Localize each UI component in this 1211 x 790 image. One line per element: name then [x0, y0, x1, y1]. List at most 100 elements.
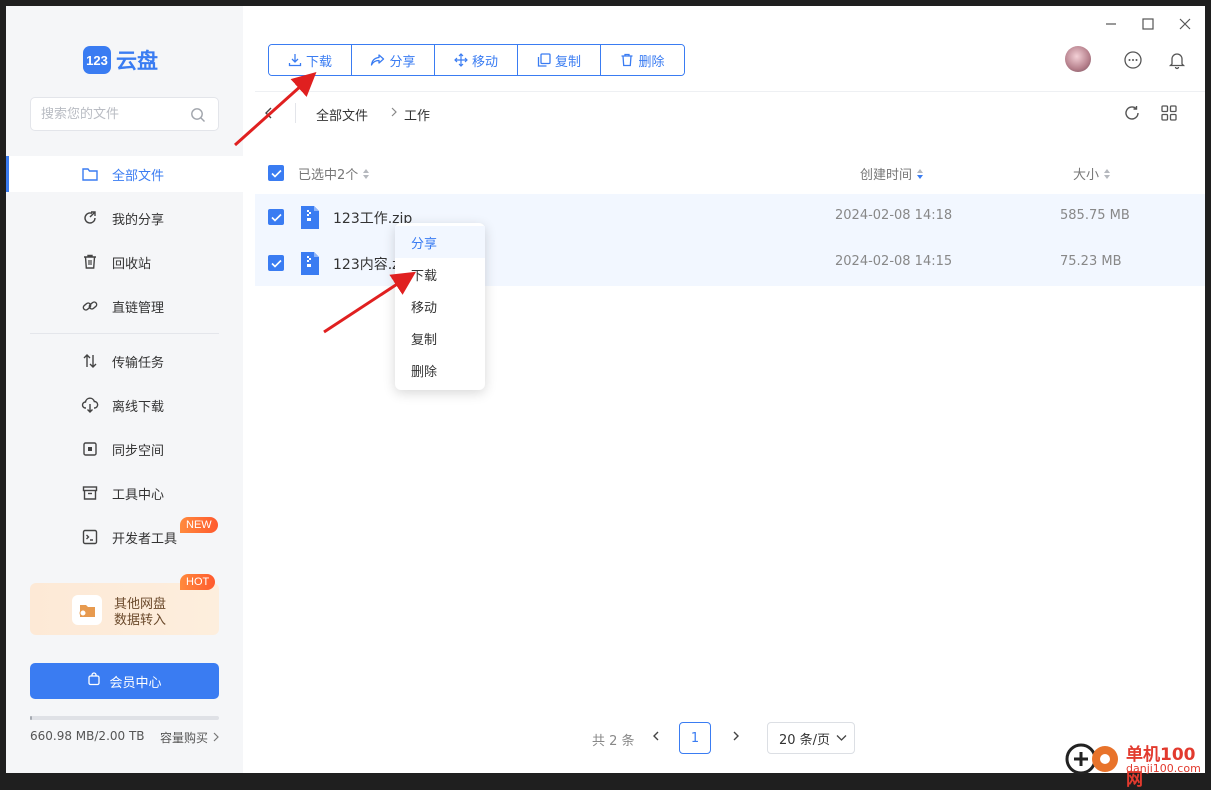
sidebar: 123 云盘 全部文件 我的分享 回收站 直链管理 传输任务 — [6, 6, 243, 773]
trash-icon — [81, 253, 99, 271]
transfer-icon — [81, 352, 99, 370]
minimize-button[interactable] — [1096, 12, 1126, 36]
copy-button[interactable]: 复制 — [518, 45, 601, 75]
context-menu-delete[interactable]: 删除 — [395, 354, 485, 386]
file-name[interactable]: 123内容.z — [333, 254, 400, 274]
vip-center-button[interactable]: 会员中心 — [30, 663, 219, 699]
header-divider — [255, 91, 1205, 92]
app-logo: 123 云盘 — [83, 45, 158, 75]
context-menu-share[interactable]: 分享 — [395, 226, 485, 258]
watermark-url: danji100.com — [1126, 762, 1201, 775]
page-size-select[interactable]: 20 条/页 — [767, 722, 855, 754]
chevron-left-icon — [265, 107, 272, 119]
sidebar-item-label: 传输任务 — [112, 356, 165, 371]
sidebar-item-all-files[interactable]: 全部文件 — [6, 156, 243, 192]
watermark-logo-icon — [1064, 740, 1122, 782]
context-menu-copy[interactable]: 复制 — [395, 322, 485, 354]
context-menu-download[interactable]: 下载 — [395, 258, 485, 290]
more-options-icon[interactable] — [1123, 50, 1143, 70]
selected-count-label: 已选中2个 — [298, 168, 359, 183]
storage-quota-text: 660.98 MB/2.00 TB — [30, 729, 145, 743]
share-label: 分享 — [389, 54, 416, 70]
back-button[interactable] — [263, 105, 275, 124]
folder-icon — [81, 165, 99, 183]
main-panel: 下载 分享 移动 复制 删除 全部文件 工作 已选中2个 创建时间 大小 123… — [243, 6, 1205, 773]
sort-icon — [363, 168, 370, 179]
sidebar-item-label: 工具中心 — [112, 488, 165, 503]
new-badge: NEW — [180, 517, 218, 533]
vip-center-label: 会员中心 — [109, 675, 162, 691]
sidebar-item-label: 我的分享 — [112, 213, 165, 228]
close-button[interactable] — [1170, 12, 1200, 36]
copy-icon — [537, 53, 551, 67]
selected-count-header[interactable]: 已选中2个 — [298, 164, 370, 183]
sidebar-item-sync-space[interactable]: 同步空间 — [6, 431, 243, 467]
pagination-total: 共 2 条 — [592, 734, 635, 749]
download-button[interactable]: 下载 — [269, 45, 352, 75]
buy-storage-link[interactable]: 容量购买 — [160, 729, 220, 746]
move-label: 移动 — [471, 54, 498, 70]
sidebar-item-label: 全部文件 — [112, 169, 165, 184]
file-size: 75.23 MB — [1060, 254, 1122, 269]
chevron-right-icon — [213, 732, 219, 742]
page-number-button[interactable]: 1 — [679, 722, 711, 754]
maximize-icon — [1142, 18, 1154, 30]
sidebar-item-tool-center[interactable]: 工具中心 — [6, 475, 243, 511]
row-checkbox[interactable] — [268, 255, 284, 271]
breadcrumb-current: 工作 — [404, 109, 431, 124]
data-import-promo[interactable]: 其他网盘 数据转入 — [30, 583, 219, 635]
size-label: 大小 — [1073, 168, 1100, 183]
copy-label: 复制 — [554, 54, 581, 70]
row-checkbox[interactable] — [268, 209, 284, 225]
chevron-down-icon — [836, 735, 847, 741]
size-header[interactable]: 大小 — [1073, 164, 1111, 183]
share-button[interactable]: 分享 — [352, 45, 435, 75]
created-time-header[interactable]: 创建时间 — [860, 164, 924, 183]
file-created-time: 2024-02-08 14:18 — [835, 208, 953, 223]
refresh-icon[interactable] — [1123, 104, 1141, 126]
folder-import-icon — [72, 595, 102, 625]
storage-quota-bar — [30, 716, 219, 720]
delete-button[interactable]: 删除 — [601, 45, 684, 75]
maximize-button[interactable] — [1133, 12, 1163, 36]
prev-page-button[interactable] — [650, 728, 662, 747]
buy-storage-label: 容量购买 — [160, 731, 209, 745]
sidebar-item-label: 直链管理 — [112, 301, 165, 316]
chevron-left-icon — [653, 731, 659, 741]
file-action-toolbar: 下载 分享 移动 复制 删除 — [268, 44, 685, 76]
terminal-icon — [81, 528, 99, 546]
move-button[interactable]: 移动 — [435, 45, 518, 75]
user-avatar[interactable] — [1065, 46, 1091, 72]
share-icon — [81, 209, 99, 227]
logo-badge: 123 — [83, 46, 111, 74]
page-size-label: 20 条/页 — [779, 732, 831, 748]
file-size: 585.75 MB — [1060, 208, 1130, 223]
cloud-download-icon — [81, 396, 99, 414]
sidebar-item-recycle-bin[interactable]: 回收站 — [6, 244, 243, 280]
notification-bell-icon[interactable] — [1167, 50, 1187, 70]
shopping-bag-icon — [87, 672, 101, 690]
search-icon[interactable] — [190, 107, 206, 127]
sidebar-item-my-shares[interactable]: 我的分享 — [6, 200, 243, 236]
next-page-button[interactable] — [730, 728, 742, 747]
app-window: 123 云盘 全部文件 我的分享 回收站 直链管理 传输任务 — [6, 6, 1205, 773]
delete-icon — [621, 53, 633, 67]
link-icon — [81, 297, 99, 315]
hot-badge: HOT — [180, 574, 216, 590]
sidebar-item-direct-links[interactable]: 直链管理 — [6, 288, 243, 324]
breadcrumb-root[interactable]: 全部文件 — [316, 105, 368, 124]
select-all-checkbox[interactable] — [268, 165, 284, 181]
sidebar-item-offline-download[interactable]: 离线下载 — [6, 387, 243, 423]
context-menu-move[interactable]: 移动 — [395, 290, 485, 322]
site-watermark: 单机100网 danji100.com — [1060, 740, 1211, 790]
sidebar-item-label: 回收站 — [112, 257, 152, 272]
grid-view-icon[interactable] — [1160, 104, 1178, 126]
sidebar-item-label: 离线下载 — [112, 400, 165, 415]
checkmark-icon — [270, 213, 282, 222]
search-input[interactable] — [31, 98, 181, 130]
logo-text: 云盘 — [116, 49, 158, 73]
sidebar-item-transfers[interactable]: 传输任务 — [6, 343, 243, 379]
close-icon — [1179, 18, 1191, 30]
checkmark-icon — [270, 259, 282, 268]
sidebar-divider — [30, 333, 219, 334]
